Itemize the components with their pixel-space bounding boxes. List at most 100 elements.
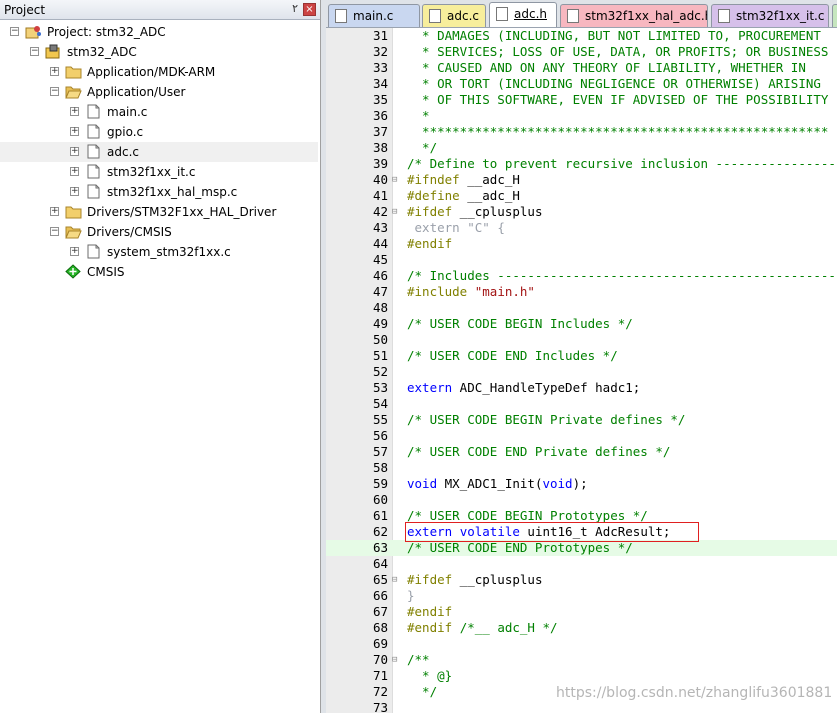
line-number: 31 [372,28,388,43]
fold-icon[interactable]: ⊟ [392,655,397,665]
code-text: #include "main.h" [407,284,535,299]
code-line: 55 /* USER CODE BEGIN Private defines */ [326,412,837,428]
line-number: 52 [372,364,388,379]
code-line: 58 [326,460,837,476]
code-text: */ [407,140,438,155]
tree-item-label: Drivers/STM32F1xx_HAL_Driver [87,205,277,219]
tree-item[interactable]: + stm32f1xx_hal_msp.c [0,182,318,202]
code-text: #endif [407,236,453,251]
expand-icon[interactable]: + [50,67,59,76]
editor-tab-bar: main.c adc.c adc.h stm32f1xx_hal_adc.h stm32… [326,0,837,28]
tree-item[interactable]: + main.c [0,102,318,122]
line-number: 70 [372,652,388,667]
line-number: 46 [372,268,388,283]
tree-item[interactable]: + Drivers/STM32F1xx_HAL_Driver [0,202,318,222]
editor-tab[interactable]: adc.c [422,4,486,27]
code-line: 69 [326,636,837,652]
tree-item[interactable]: CMSIS [0,262,318,282]
editor-tab[interactable]: stm32f1xx_hal_adc.h [560,4,708,27]
editor-tab[interactable]: stm32f1xx_it.c [711,4,829,27]
tree-item[interactable]: − Application/User [0,82,318,102]
tree-item-label: main.c [107,105,148,119]
close-icon[interactable]: × [303,3,316,16]
line-number: 37 [372,124,388,139]
line-number: 64 [372,556,388,571]
collapse-icon[interactable]: − [30,47,39,56]
code-text: /* Includes ----------------------------… [407,268,837,283]
code-line: 31 * DAMAGES (INCLUDING, BUT NOT LIMITED… [326,28,837,44]
line-number: 39 [372,156,388,171]
code-line: 45 [326,252,837,268]
line-number: 47 [372,284,388,299]
code-line: 70 ⊟ /** [326,652,837,668]
code-text: /* USER CODE BEGIN Private defines */ [407,412,686,427]
pin-icon[interactable]: ٢ [292,2,298,15]
expand-icon[interactable]: + [70,147,79,156]
code-line: 73 [326,700,837,713]
project-icon [25,24,42,39]
code-line: 38 */ [326,140,837,156]
tree-item[interactable]: + stm32f1xx_it.c [0,162,318,182]
code-line: 65 ⊟ #ifdef __cplusplus [326,572,837,588]
line-number: 62 [372,524,388,539]
code-text: * [407,108,430,123]
tree-item[interactable]: + gpio.c [0,122,318,142]
line-number: 36 [372,108,388,123]
line-number: 42 [372,204,388,219]
code-line: 57 /* USER CODE END Private defines */ [326,444,837,460]
code-line: 33 * CAUSED AND ON ANY THEORY OF LIABILI… [326,60,837,76]
editor-tab-label: stm32f1xx_it.c [736,9,825,23]
tree-item[interactable]: + adc.c [0,142,318,162]
code-text: /* USER CODE END Prototypes */ [407,540,633,555]
code-editor[interactable]: 31 * DAMAGES (INCLUDING, BUT NOT LIMITED… [326,28,837,713]
editor-tab-label: stm32f1xx_hal_adc.h [585,9,708,23]
tree-item-label: gpio.c [107,125,144,139]
tree-item-label: Application/MDK-ARM [87,65,216,79]
file-icon [85,104,102,119]
tree-item[interactable]: − stm32_ADC [0,42,318,62]
line-number: 33 [372,60,388,75]
line-number: 73 [372,700,388,713]
code-line: 51 /* USER CODE END Includes */ [326,348,837,364]
code-line: 44 #endif [326,236,837,252]
code-line: 67 #endif [326,604,837,620]
folder-icon [65,64,82,79]
line-number: 61 [372,508,388,523]
line-number: 38 [372,140,388,155]
tree-item[interactable]: + system_stm32f1xx.c [0,242,318,262]
tree-item-label: CMSIS [87,265,125,279]
line-number: 49 [372,316,388,331]
folder-open-icon [65,84,82,99]
fold-icon[interactable]: ⊟ [392,575,397,585]
collapse-icon[interactable]: − [50,227,59,236]
file-icon [85,244,102,259]
expand-icon[interactable]: + [70,167,79,176]
code-text: /* USER CODE END Includes */ [407,348,618,363]
tree-item[interactable]: + Application/MDK-ARM [0,62,318,82]
tree-item-label: stm32f1xx_hal_msp.c [107,185,238,199]
expand-icon[interactable]: + [50,207,59,216]
line-number: 63 [372,540,388,555]
code-line: 46 /* Includes --------------------------… [326,268,837,284]
editor-tab[interactable]: main.c [328,4,420,27]
line-number: 56 [372,428,388,443]
expand-icon[interactable]: + [70,247,79,256]
project-panel-title: Project [4,3,46,17]
code-text: extern "C" { [407,220,505,235]
line-number: 41 [372,188,388,203]
expand-icon[interactable]: + [70,187,79,196]
tree-item[interactable]: − Project: stm32_ADC [0,22,318,42]
tree-item-label: adc.c [107,145,139,159]
editor-tab[interactable] [832,4,837,27]
collapse-icon[interactable]: − [10,27,19,36]
fold-icon[interactable]: ⊟ [392,207,397,217]
expand-icon[interactable]: + [70,127,79,136]
code-text: #endif [407,604,453,619]
line-number: 35 [372,92,388,107]
code-text: * OR TORT (INCLUDING NEGLIGENCE OR OTHER… [407,76,821,91]
expand-icon[interactable]: + [70,107,79,116]
editor-tab[interactable]: adc.h [489,2,557,27]
collapse-icon[interactable]: − [50,87,59,96]
tree-item[interactable]: − Drivers/CMSIS [0,222,318,242]
fold-icon[interactable]: ⊟ [392,175,397,185]
